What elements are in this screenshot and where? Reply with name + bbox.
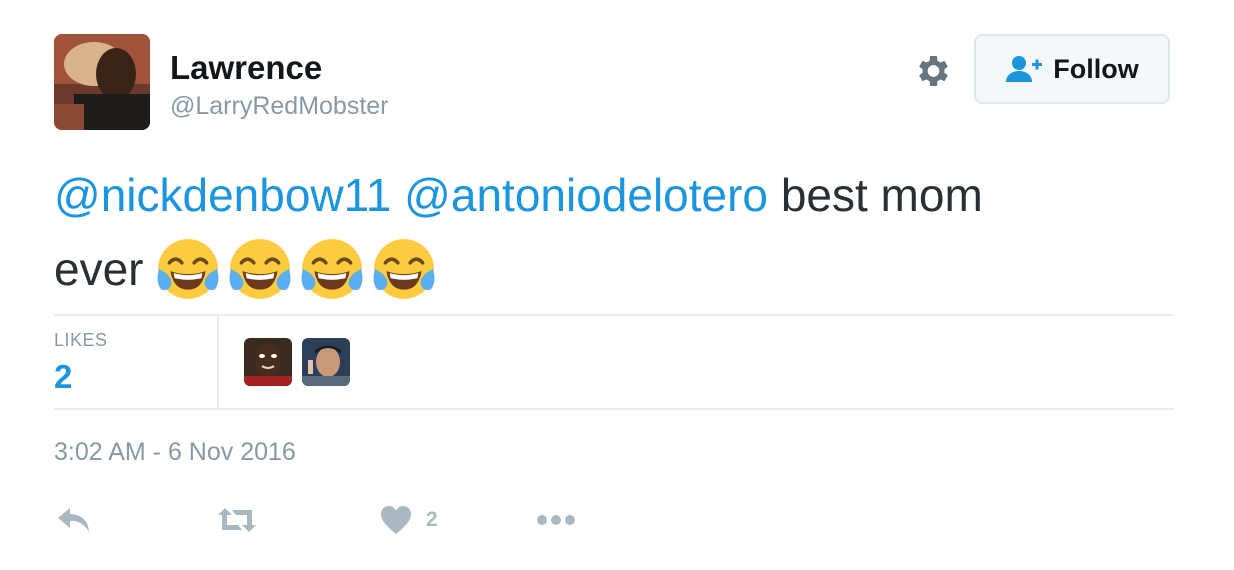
retweet-button[interactable] <box>216 500 258 540</box>
tears-of-joy-emoji-icon <box>157 238 220 299</box>
tweet-timestamp[interactable]: 3:02 AM - 6 Nov 2016 <box>54 438 296 467</box>
liker-avatar-image <box>244 338 292 386</box>
author-handle[interactable]: @LarryRedMobster <box>170 90 389 122</box>
reply-button[interactable] <box>56 500 92 540</box>
like-button[interactable]: 2 <box>380 500 438 540</box>
tears-of-joy-emoji-icon <box>301 238 364 299</box>
tweet-text-part: ever <box>54 243 144 295</box>
stats-vertical-divider <box>217 316 219 408</box>
tears-of-joy-emoji-icon <box>229 238 292 299</box>
stats-top-divider <box>54 314 1174 316</box>
follow-button-label: Follow <box>1053 53 1139 84</box>
more-dots-icon <box>537 515 575 525</box>
mention-link[interactable]: @antoniodelotero <box>404 169 768 221</box>
heart-icon <box>381 506 411 534</box>
tweet-text-part: best mom <box>780 169 983 221</box>
likes-label: LIKES <box>54 330 108 350</box>
liker-avatar[interactable] <box>302 338 350 386</box>
liker-avatar[interactable] <box>244 338 292 386</box>
emoji-group <box>155 236 437 302</box>
reply-icon <box>58 508 89 532</box>
liker-avatar-image <box>302 338 350 386</box>
like-count: 2 <box>426 508 438 531</box>
more-options-button[interactable] <box>536 500 576 540</box>
retweet-icon <box>218 508 256 532</box>
add-user-icon <box>1006 56 1043 82</box>
tears-of-joy-emoji-icon <box>373 238 436 299</box>
mention-link[interactable]: @nickdenbow11 <box>54 169 391 221</box>
author-avatar-image <box>54 34 150 130</box>
follow-button[interactable]: Follow <box>974 34 1170 104</box>
author-avatar[interactable] <box>54 34 150 130</box>
tweet-text: @nickdenbow11 @antoniodelotero best mom … <box>54 158 1164 306</box>
stats-bottom-divider <box>54 408 1174 410</box>
author-name[interactable]: Lawrence <box>170 48 322 88</box>
gear-icon[interactable] <box>912 51 952 91</box>
likes-count[interactable]: 2 <box>54 358 72 396</box>
